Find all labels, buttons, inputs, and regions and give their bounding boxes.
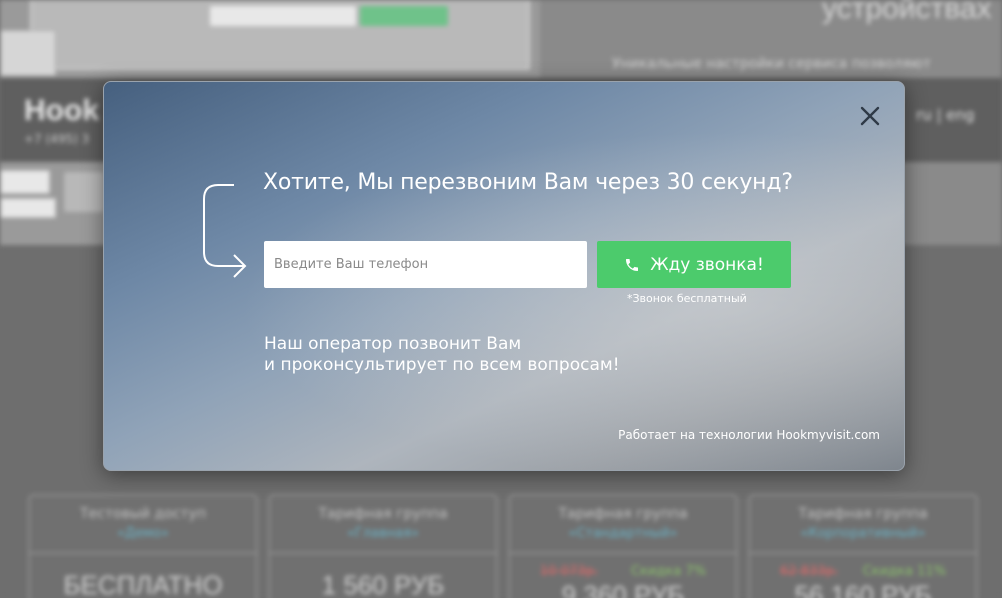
bg-tagline: Уникальные настройки сервиса позволяют	[612, 56, 931, 72]
pricing-card-divider	[510, 552, 736, 554]
pricing-card-subtitle: «Демо»	[117, 526, 169, 541]
bg-screenshot-preview	[30, 0, 530, 70]
operator-message-line-1: Наш оператор позвонит Вам	[264, 334, 522, 354]
call-me-button-label: Жду звонка!	[650, 254, 764, 275]
modal-title: Хотите, Мы перезвоним Вам через 30 секун…	[263, 170, 793, 195]
pricing-card: Тарифная группа «Корпоративный» 62 833р.…	[748, 494, 978, 598]
free-call-note: *Звонок бесплатный	[627, 292, 747, 305]
operator-message-line-2: и проконсультирует по всем вопросам!	[264, 355, 620, 375]
bg-popup-thumbnail	[0, 30, 56, 76]
pricing-card-title: Тарифная группа	[318, 506, 448, 522]
bg-headline: устройствах	[822, 0, 992, 25]
phone-icon	[626, 258, 639, 271]
pricing-card-price: 9 360 РУБ	[561, 580, 685, 598]
pricing-card-title: Тестовый доступ	[80, 506, 206, 522]
bg-phone: +7 (495) 3	[24, 132, 90, 146]
bg-logo: Hook	[24, 94, 99, 127]
pricing-card-discount: Скидка 11%	[862, 564, 946, 579]
bg-form-input	[0, 170, 50, 194]
bg-form-input-2	[0, 198, 56, 218]
powered-by-link[interactable]: Работает на технологии Hookmyvisit.com	[618, 428, 880, 442]
bg-form-button	[64, 172, 104, 212]
pricing-card-subtitle: «Стандартный»	[568, 526, 678, 541]
pricing-card-divider	[270, 552, 496, 554]
pricing-card-title: Тарифная группа	[558, 506, 688, 522]
pricing-card-title: Тарифная группа	[798, 506, 928, 522]
pricing-card: Тарифная группа «Стандартный» 10 073р. С…	[508, 494, 738, 598]
close-button[interactable]	[856, 102, 884, 130]
pricing-card-price: БЕСПЛАТНО	[63, 570, 223, 598]
pricing-card-old-price: 62 833р.	[780, 564, 838, 579]
phone-input[interactable]	[264, 241, 587, 288]
bg-preview-input	[210, 6, 356, 26]
callback-modal: Хотите, Мы перезвоним Вам через 30 секун…	[103, 81, 905, 471]
close-icon	[860, 106, 880, 126]
pricing-card-old-price: 10 073р.	[540, 564, 598, 579]
pricing-card-divider	[750, 552, 976, 554]
pricing-card-price: 56 160 РУБ	[794, 580, 932, 598]
curved-arrow-icon	[203, 184, 247, 278]
operator-message: Наш оператор позвонит Вам и проконсульти…	[264, 334, 620, 376]
pricing-card-subtitle: «Главная»	[346, 526, 420, 541]
bg-preview-button	[360, 6, 448, 26]
pricing-card-discount: Скидка 7%	[631, 564, 706, 579]
pricing-card-subtitle: «Корпоративный»	[800, 526, 926, 541]
pricing-card: Тестовый доступ «Демо» БЕСПЛАТНО	[28, 494, 258, 598]
call-me-button[interactable]: Жду звонка!	[597, 241, 791, 288]
pricing-card-price: 1 560 РУБ	[321, 570, 445, 598]
bg-language-switch: ru | eng	[916, 106, 975, 124]
pricing-card: Тарифная группа «Главная» 1 560 РУБ	[268, 494, 498, 598]
pricing-card-divider	[30, 552, 256, 554]
